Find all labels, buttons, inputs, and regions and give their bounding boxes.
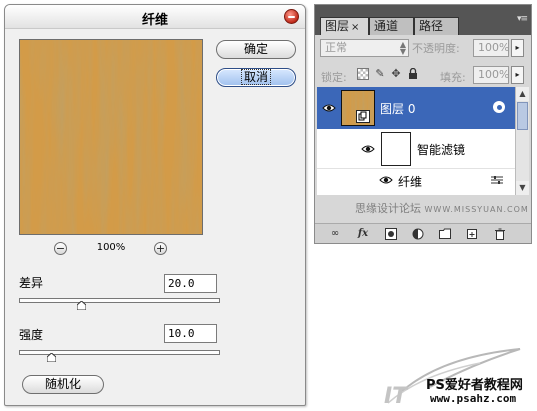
close-icon[interactable] [284,9,299,24]
fx-icon[interactable]: fx [357,228,369,240]
lock-label: 锁定: [321,71,347,84]
tab-layers-label: 图层 [325,19,350,33]
layer-thumbnail [341,90,375,126]
ok-button[interactable]: 确定 [216,40,296,59]
layer-name[interactable]: 图层 0 [380,100,415,117]
adjustment-layer-icon[interactable] [412,228,424,240]
close-tab-icon[interactable]: × [351,22,359,33]
blend-mode-select[interactable]: 正常 ▲ ▼ [320,39,409,57]
link-layers-icon[interactable]: ∞ [329,228,341,240]
tab-paths[interactable]: 路径 [414,17,459,35]
panel-footer: ∞ fx [315,223,531,243]
new-group-icon[interactable] [439,228,451,240]
tab-layers[interactable]: 图层 × [320,17,369,35]
smart-filter-eye-icon[interactable] [361,144,375,154]
add-mask-icon[interactable] [385,228,397,240]
variance-slider-thumb[interactable] [77,301,86,310]
layers-list: 图层 0 智能滤镜 纤维 [317,87,515,195]
opacity-arrow-icon[interactable]: ▸ [511,39,524,57]
fill-label: 填充: [440,71,466,84]
fibers-dialog: 纤维 − 100% + 确定 取消 差异 20.0 强度 10.0 随机化 [4,4,306,406]
variance-slider[interactable] [19,298,220,310]
variance-input[interactable]: 20.0 [164,274,217,293]
wood-fiber-texture [20,40,202,234]
lock-all-icon[interactable] [407,67,419,80]
fill-arrow-icon[interactable]: ▸ [511,66,524,84]
zoom-level: 100% [96,242,126,253]
watermark-url: WWW.MISSYUAN.COM [424,205,529,214]
lock-transparency-icon[interactable] [357,68,369,80]
zoom-out-button[interactable]: − [54,242,67,255]
strength-input[interactable]: 10.0 [164,324,217,343]
layers-scrollbar[interactable]: ▲ ▼ [515,87,529,195]
randomize-button[interactable]: 随机化 [22,375,104,394]
filter-blend-options-icon[interactable] [491,175,503,185]
smart-filters-row[interactable]: 智能滤镜 [317,129,515,169]
scroll-down-icon[interactable]: ▼ [516,181,529,195]
fibers-filter-name: 纤维 [398,175,423,189]
zoom-in-button[interactable]: + [154,242,167,255]
strength-label: 强度 [19,328,44,342]
blend-mode-value: 正常 [325,41,347,54]
fibers-filter-row[interactable]: 纤维 [317,169,515,191]
variance-label: 差异 [19,276,44,290]
filter-mask-thumbnail[interactable] [381,132,411,166]
tab-channels[interactable]: 通道 [369,17,414,35]
svg-text:IT: IT [384,384,409,409]
dialog-titlebar[interactable]: 纤维 [5,5,305,29]
smart-object-indicator-icon [493,101,505,113]
cancel-label: 取消 [240,69,271,85]
dialog-title: 纤维 [141,13,168,28]
opacity-label: 不透明度: [412,42,460,55]
forum-watermark: 思缘设计论坛 WWW.MISSYUAN.COM [355,200,529,216]
panel-tabbar: 图层 × 通道 路径 ▾≡ [315,5,531,35]
fill-input[interactable]: 100% [473,66,509,84]
watermark-name: 思缘设计论坛 [355,202,421,215]
scroll-up-icon[interactable]: ▲ [516,87,529,101]
lock-position-move-icon[interactable]: ✥ [390,68,402,80]
new-layer-icon[interactable] [466,228,478,240]
strength-slider-thumb[interactable] [47,353,56,362]
fibers-eye-icon[interactable] [379,175,393,185]
scroll-thumb[interactable] [517,102,528,130]
strength-slider[interactable] [19,350,220,362]
layers-panel: 图层 × 通道 路径 ▾≡ 正常 ▲ ▼ 不透明度: 100% ▸ 锁定: ✎ ✥ 填… [314,4,532,244]
panel-menu-icon[interactable]: ▾≡ [517,14,528,24]
trash-icon[interactable] [494,228,506,240]
site-name: PS爱好者教程网 [426,378,523,393]
cancel-button[interactable]: 取消 [216,68,296,87]
visibility-eye-icon[interactable] [322,103,336,113]
smart-filter-label: 智能滤镜 [417,143,466,157]
smart-object-badge-icon [356,110,370,123]
filter-preview[interactable] [19,39,203,235]
lock-pixels-brush-icon[interactable]: ✎ [374,68,386,80]
opacity-input[interactable]: 100% [473,39,509,57]
site-url: www.psahz.com [430,392,517,405]
updown-arrow-icon: ▲ ▼ [399,40,406,56]
layer-row-selected[interactable]: 图层 0 [317,87,515,129]
